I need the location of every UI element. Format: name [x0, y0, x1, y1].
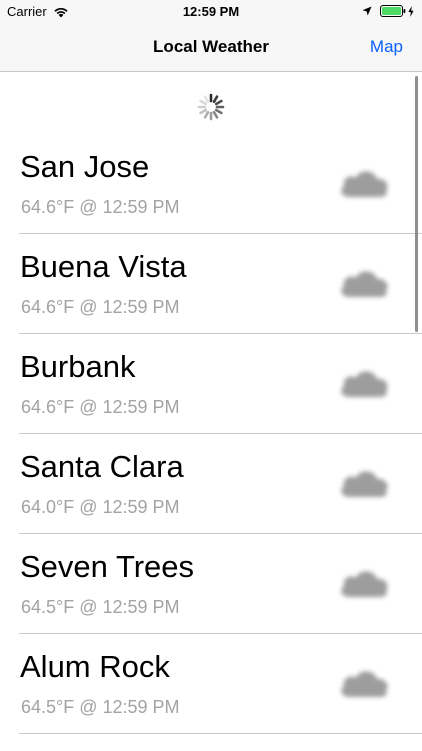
- city-name: San Jose: [20, 149, 150, 184]
- temperature-reading: 64.6°F @ 12:59 PM: [21, 397, 180, 417]
- list-item[interactable]: Seven Trees 64.5°F @ 12:59 PM: [0, 534, 422, 634]
- list-item[interactable]: Buena Vista 64.6°F @ 12:59 PM: [0, 234, 422, 334]
- cloud-icon: [341, 371, 388, 397]
- list-item[interactable]: San Jose 64.6°F @ 12:59 PM: [0, 134, 422, 234]
- page-title: Local Weather: [153, 37, 269, 56]
- cloud-icon: [341, 171, 388, 197]
- app-screen: Carrier 12:59 PM Local Weather Map San J…: [0, 0, 422, 751]
- status-bar: Carrier 12:59 PM: [0, 0, 422, 24]
- city-name: Burbank: [20, 349, 136, 384]
- charging-icon: [408, 5, 414, 17]
- scroll-indicator[interactable]: [415, 76, 418, 332]
- list-item[interactable]: Burbank 64.6°F @ 12:59 PM: [0, 334, 422, 434]
- list-item[interactable]: Alum Rock 64.5°F @ 12:59 PM: [0, 634, 422, 734]
- cloud-icon: [341, 571, 388, 597]
- cloud-icon: [341, 671, 388, 697]
- city-name: Santa Clara: [20, 449, 184, 484]
- temperature-reading: 64.5°F @ 12:59 PM: [21, 597, 180, 617]
- cloud-icon: [341, 271, 388, 297]
- temperature-reading: 64.6°F @ 12:59 PM: [21, 297, 180, 317]
- temperature-reading: 64.6°F @ 12:59 PM: [21, 197, 180, 217]
- map-button[interactable]: Map: [370, 37, 403, 57]
- status-time: 12:59 PM: [182, 4, 240, 19]
- temperature-reading: 64.5°F @ 12:59 PM: [21, 697, 180, 717]
- spinner-icon: [197, 93, 225, 121]
- list-item[interactable]: Santa Clara 64.0°F @ 12:59 PM: [0, 434, 422, 534]
- weather-station-list: San Jose 64.6°F @ 12:59 PM Buena Vista 6…: [0, 134, 422, 734]
- city-name: Alum Rock: [20, 649, 170, 684]
- temperature-reading: 64.0°F @ 12:59 PM: [21, 497, 180, 517]
- cloud-icon: [341, 471, 388, 497]
- location-icon: [362, 6, 372, 16]
- city-name: Buena Vista: [20, 249, 187, 284]
- status-right: [362, 5, 414, 17]
- navigation-bar: Local Weather Map: [0, 24, 422, 72]
- battery-icon: [380, 5, 406, 17]
- city-name: Seven Trees: [20, 549, 195, 584]
